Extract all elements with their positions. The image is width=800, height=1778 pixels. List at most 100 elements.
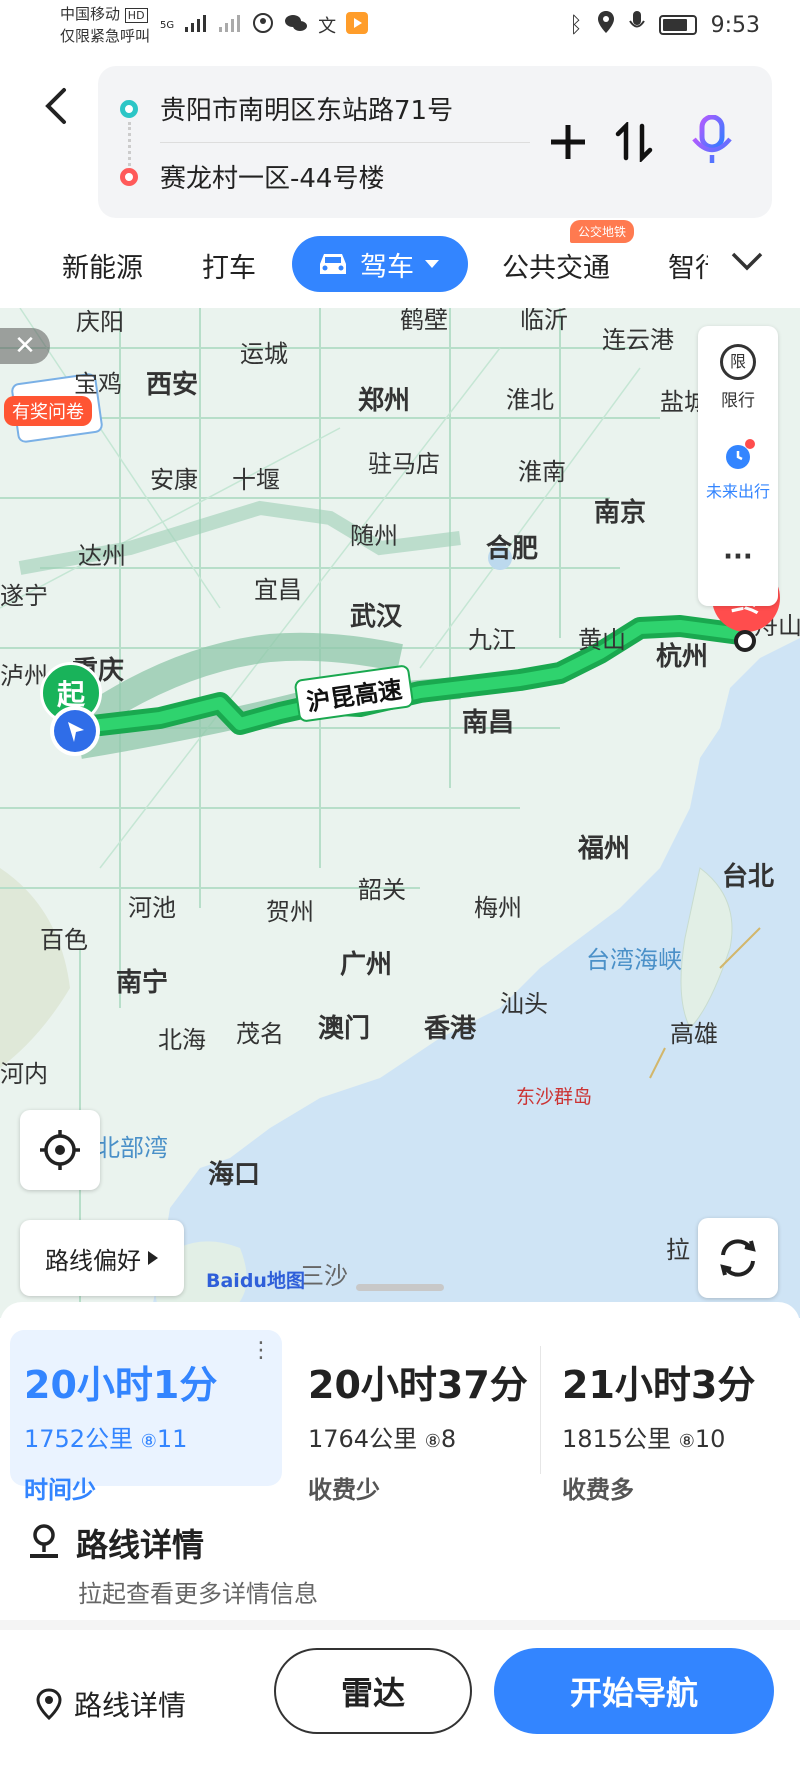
origin-field[interactable]: 贵阳市南明区东站路71号 xyxy=(160,90,453,127)
close-survey-button[interactable]: ✕ xyxy=(0,328,50,364)
option-divider xyxy=(540,1346,541,1474)
route-detail-icon xyxy=(26,1522,62,1566)
tab-smart-travel[interactable]: 智行 xyxy=(668,246,708,285)
route-preference-button[interactable]: 路线偏好 xyxy=(20,1220,184,1296)
footer-route-detail-button[interactable]: 路线详情 xyxy=(36,1684,186,1724)
baidu-logo: Baidu地图 xyxy=(206,1270,305,1292)
add-waypoint-button[interactable] xyxy=(544,118,592,166)
wechat-icon xyxy=(284,12,308,38)
start-navigation-button[interactable]: 开始导航 xyxy=(494,1648,774,1734)
status-time: 9:53 xyxy=(710,12,760,38)
city-label: 台北 xyxy=(722,862,775,892)
car-icon xyxy=(320,254,346,274)
route-detail-title[interactable]: 路线详情 xyxy=(76,1520,204,1566)
current-location-icon xyxy=(48,704,102,762)
route-preference-label: 路线偏好 xyxy=(45,1246,141,1275)
city-label: 鹤壁 xyxy=(400,308,448,334)
route-connector xyxy=(128,122,131,166)
back-button[interactable] xyxy=(40,86,70,126)
footer-route-detail-label: 路线详情 xyxy=(74,1689,187,1722)
route-duration: 20小时1分 xyxy=(24,1363,218,1407)
city-label: 郑州 xyxy=(358,386,411,416)
city-label: 南昌 xyxy=(462,708,515,738)
city-label: 百色 xyxy=(40,926,88,954)
route-tag: 时间少 xyxy=(24,1476,96,1504)
route-menu-icon[interactable]: ⋮ xyxy=(250,1340,272,1362)
origin-dot-icon xyxy=(120,100,138,118)
tab-taxi[interactable]: 打车 xyxy=(202,246,256,285)
city-label: 高雄 xyxy=(670,1020,718,1048)
route-option-1[interactable]: 20小时1分 1752公里 ⑧11 时间少 ⋮ xyxy=(10,1330,282,1504)
section-divider xyxy=(0,1620,800,1630)
map-tool-panel: 限 限行 未来出行 ··· xyxy=(698,326,778,606)
survey-label[interactable]: 有奖问卷 xyxy=(4,396,92,426)
city-label: 澳门 xyxy=(318,1014,371,1044)
city-label: 合肥 xyxy=(486,534,539,564)
city-label: 驻马店 xyxy=(368,450,440,478)
status-carrier: 中国移动 HD 仅限紧急呼叫 xyxy=(60,4,150,46)
destination-dot-icon xyxy=(120,168,138,186)
end-point-icon xyxy=(734,630,756,652)
route-distance: 1815公里 ⑧10 xyxy=(562,1425,726,1453)
limit-label: 限行 xyxy=(721,391,755,411)
route-distance: 1764公里 ⑧8 xyxy=(308,1425,457,1453)
clock-icon xyxy=(726,439,755,469)
route-detail-subtitle: 拉起查看更多详情信息 xyxy=(78,1580,318,1608)
route-input-box: 贵阳市南明区东站路71号 赛龙村一区-44号楼 xyxy=(98,66,772,218)
city-label: 杭州 xyxy=(656,642,709,672)
battery-icon xyxy=(658,15,697,35)
future-label: 未来出行 xyxy=(705,482,770,501)
hd-badge: HD xyxy=(124,8,148,23)
route-option-3[interactable]: 21小时3分 1815公里 ⑧10 收费多 xyxy=(550,1330,790,1504)
refresh-route-button[interactable] xyxy=(698,1218,778,1298)
tab-new-energy[interactable]: 新能源 xyxy=(62,246,143,285)
map-view[interactable]: ✕ 有奖问卷 庆阳 运城 鹤壁 临沂 宝鸡 西安 郑州 淮北 连云港 驻马店 盐… xyxy=(0,308,800,1318)
translate-icon: 文 xyxy=(318,16,337,37)
network-label: 5G xyxy=(160,19,175,31)
chevron-down-icon xyxy=(731,252,763,271)
caret-right-icon xyxy=(148,1251,158,1265)
swap-button[interactable] xyxy=(610,118,658,166)
city-label: 黄山 xyxy=(578,626,626,654)
tab-drive[interactable]: 驾车 xyxy=(292,236,468,292)
close-icon: ✕ xyxy=(14,331,36,361)
tab-public-transit[interactable]: 公共交通 xyxy=(502,246,610,285)
status-icons: 5G 文 xyxy=(160,12,369,38)
radar-button[interactable]: 雷达 xyxy=(274,1648,472,1734)
destination-field[interactable]: 赛龙村一区-44号楼 xyxy=(160,158,384,195)
city-label: 北海 xyxy=(158,1026,206,1054)
city-label: 河池 xyxy=(128,894,176,922)
video-icon xyxy=(346,12,369,38)
route-duration: 20小时37分 xyxy=(308,1363,528,1407)
city-label: 庆阳 xyxy=(76,308,124,336)
city-label: 韶关 xyxy=(358,876,406,904)
city-label: 汕头 xyxy=(500,990,548,1018)
city-label: 梅州 xyxy=(474,894,522,922)
traffic-limit-button[interactable]: 限 限行 xyxy=(698,344,778,411)
emergency-label: 仅限紧急呼叫 xyxy=(60,27,151,45)
voice-button[interactable] xyxy=(688,115,736,164)
field-divider xyxy=(160,142,530,143)
signal-2-icon xyxy=(218,13,242,37)
city-label: 河内 xyxy=(0,1060,48,1088)
transit-badge: 公交地铁 xyxy=(570,220,635,243)
city-label: 福州 xyxy=(578,834,631,864)
bluetooth-icon: ᛒ xyxy=(569,12,583,38)
more-button[interactable]: ··· xyxy=(698,542,778,572)
city-label: 宝鸡 xyxy=(74,370,122,398)
route-tag: 收费多 xyxy=(562,1476,634,1504)
city-label: 随州 xyxy=(350,522,398,550)
crosshair-icon xyxy=(40,1130,80,1170)
refresh-icon xyxy=(720,1239,756,1277)
city-label: 西安 xyxy=(146,370,199,400)
city-label: 海口 xyxy=(208,1160,261,1190)
locate-button[interactable] xyxy=(20,1110,100,1190)
city-label: 南京 xyxy=(594,498,647,528)
city-label: 淮北 xyxy=(506,386,554,414)
expand-tabs-button[interactable] xyxy=(730,250,764,276)
future-travel-button[interactable]: 未来出行 xyxy=(698,438,778,502)
route-duration: 21小时3分 xyxy=(562,1363,756,1407)
sheet-handle[interactable] xyxy=(356,1284,444,1291)
route-option-2[interactable]: 20小时37分 1764公里 ⑧8 收费少 xyxy=(296,1330,536,1504)
city-label: 安康 xyxy=(150,466,198,494)
